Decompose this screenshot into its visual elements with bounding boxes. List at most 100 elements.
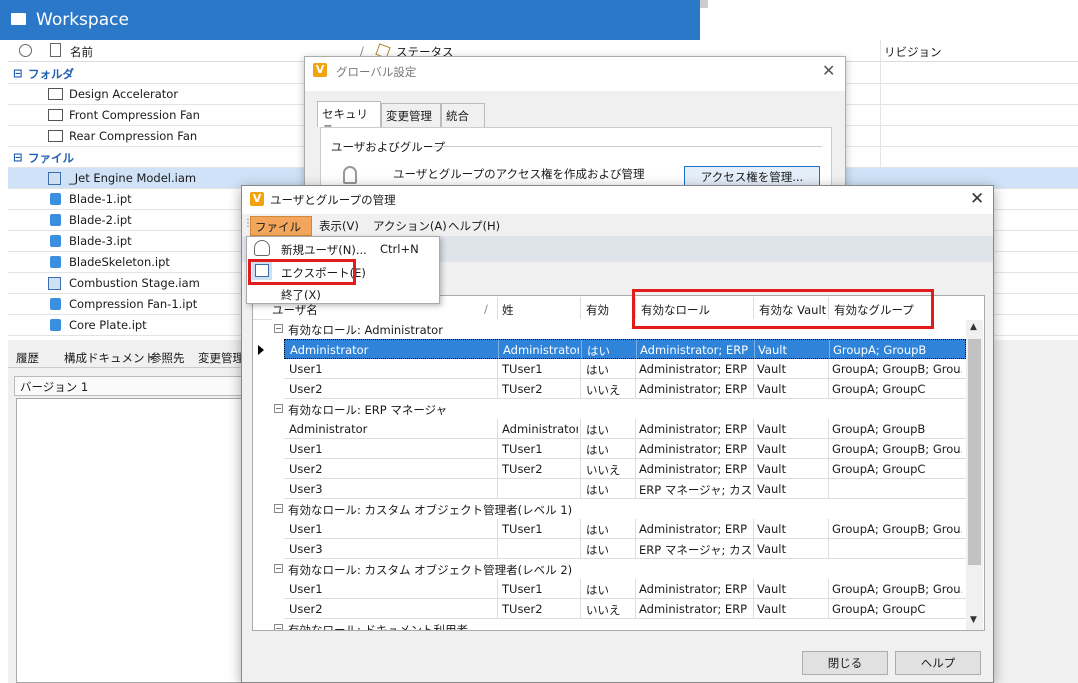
cell-divider	[580, 579, 581, 599]
table-cell: Administrator; ERP ...	[639, 422, 751, 436]
table-cell: TUser2	[502, 602, 543, 616]
cell-divider	[754, 340, 755, 360]
group-row[interactable]: − 有効なロール: カスタム オブジェクト管理者(レベル 2)	[272, 559, 966, 579]
table-row[interactable]: User1 TUser1 はい Administrator; ERP ... Vault…	[284, 579, 966, 599]
cell-divider	[497, 479, 498, 499]
table-cell: いいえ	[586, 383, 621, 397]
table-cell: はい	[586, 443, 609, 457]
table-cell: はい	[586, 543, 609, 557]
export-highlight-box	[248, 259, 356, 285]
table-cell: User2	[289, 602, 323, 616]
cell-divider	[497, 579, 498, 599]
table-cell: GroupA; GroupC	[832, 462, 926, 476]
cell-divider	[753, 419, 754, 439]
table-row[interactable]: User2 TUser2 いいえ Administrator; ERP ... Vaul…	[284, 459, 966, 479]
cell-divider	[580, 379, 581, 399]
cell-divider	[580, 419, 581, 439]
table-row[interactable]: User1 TUser1 はい Administrator; ERP ... Vault…	[284, 439, 966, 459]
table-cell: Vault	[757, 362, 787, 376]
cell-divider	[828, 479, 829, 499]
table-cell: ERP マネージャ; カスタ...	[639, 543, 751, 557]
table-cell: TUser1	[502, 582, 543, 596]
menu-item-new-user[interactable]: 新規ユーザ(N)...	[281, 242, 367, 258]
cell-divider	[829, 340, 830, 360]
table-cell: TUser1	[502, 522, 543, 536]
table-cell: Vault	[757, 382, 787, 396]
cell-divider	[635, 539, 636, 559]
cell-divider	[497, 539, 498, 559]
cell-divider	[828, 539, 829, 559]
table-cell: User1	[289, 582, 323, 596]
group-row[interactable]: − 有効なロール: ERP マネージャ	[272, 399, 966, 419]
collapse-icon[interactable]: −	[274, 504, 283, 513]
table-cell: Vault	[757, 422, 787, 436]
table-row[interactable]: User2 TUser2 いいえ Administrator; ERP ... Vaul…	[284, 379, 966, 399]
table-cell: はい	[586, 423, 609, 437]
cell-divider	[828, 359, 829, 379]
scroll-down-icon[interactable]: ▼	[970, 615, 977, 625]
table-cell: Vault	[758, 343, 788, 357]
group-row[interactable]: − 有効なロール: カスタム オブジェクト管理者(レベル 1)	[272, 499, 966, 519]
table-cell: GroupA; GroupB; Grou...	[832, 582, 962, 596]
table-cell: User1	[289, 522, 323, 536]
cell-divider	[753, 579, 754, 599]
collapse-icon[interactable]: −	[274, 564, 283, 573]
group-label: 有効なロール: カスタム オブジェクト管理者(レベル 1)	[288, 503, 573, 517]
table-row[interactable]: User1 TUser1 はい Administrator; ERP ... Vault…	[284, 359, 966, 379]
help-button[interactable]: ヘルプ	[895, 651, 981, 675]
table-row[interactable]: User2 TUser2 いいえ Administrator; ERP ... Vaul…	[284, 599, 966, 619]
table-cell: はい	[586, 523, 609, 537]
scroll-thumb[interactable]	[968, 339, 981, 565]
table-cell: Vault	[757, 522, 787, 536]
collapse-icon[interactable]: −	[274, 324, 283, 333]
group-label: 有効なロール: ERP マネージャ	[288, 403, 448, 417]
cell-divider	[497, 519, 498, 539]
scroll-up-icon[interactable]: ▲	[970, 322, 977, 332]
collapse-icon[interactable]: −	[274, 404, 283, 413]
table-row[interactable]: User3 はい ERP マネージャ; カスタ... Vault	[284, 539, 966, 559]
table-cell: User3	[289, 542, 323, 556]
table-cell: Vault	[757, 462, 787, 476]
cell-divider	[635, 359, 636, 379]
cell-divider	[753, 359, 754, 379]
cell-divider	[828, 459, 829, 479]
cell-divider	[580, 599, 581, 619]
table-cell: GroupA; GroupC	[832, 382, 926, 396]
cell-divider	[828, 599, 829, 619]
columns-highlight-box	[632, 289, 934, 329]
cell-divider	[753, 599, 754, 619]
table-cell: Vault	[757, 582, 787, 596]
table-cell: Vault	[757, 542, 787, 556]
table-cell: Administrator; ERP ...	[639, 462, 751, 476]
close-button[interactable]: 閉じる	[802, 651, 888, 675]
group-label: 有効なロール: ドキュメント利用者	[288, 623, 469, 630]
cell-divider	[581, 340, 582, 360]
table-cell: Administrator	[503, 343, 579, 357]
table-cell: Administrator; ERP ...	[639, 442, 751, 456]
cell-divider	[580, 439, 581, 459]
table-cell: Administrator; ERP ...	[639, 582, 751, 596]
cell-divider	[753, 519, 754, 539]
group-row[interactable]: − 有効なロール: ドキュメント利用者	[272, 619, 966, 630]
table-row[interactable]: Administrator Administrator はい Administrato…	[284, 419, 966, 439]
table-cell: Administrator; ERP ...	[639, 362, 751, 376]
collapse-icon[interactable]: −	[274, 624, 283, 630]
cell-divider	[635, 599, 636, 619]
table-cell: GroupA; GroupB; Grou...	[832, 362, 962, 376]
cell-divider	[580, 539, 581, 559]
table-row[interactable]: User3 はい ERP マネージャ; カスタ... Vault	[284, 479, 966, 499]
table-row[interactable]: Administrator Administrator はい Administrato…	[284, 339, 966, 360]
table-cell: Administrator; ERP ...	[640, 343, 752, 357]
table-cell: はい	[586, 483, 609, 497]
table-cell: TUser2	[502, 382, 543, 396]
cell-divider	[753, 439, 754, 459]
cell-divider	[753, 539, 754, 559]
cell-divider	[828, 419, 829, 439]
user-icon	[254, 240, 270, 256]
table-cell: Administrator	[502, 422, 578, 436]
cell-divider	[635, 519, 636, 539]
table-row[interactable]: User1 TUser1 はい Administrator; ERP ... Vault…	[284, 519, 966, 539]
menu-item-exit[interactable]: 終了(X)	[281, 287, 321, 303]
group-label: 有効なロール: Administrator	[288, 323, 443, 337]
cell-divider	[635, 579, 636, 599]
